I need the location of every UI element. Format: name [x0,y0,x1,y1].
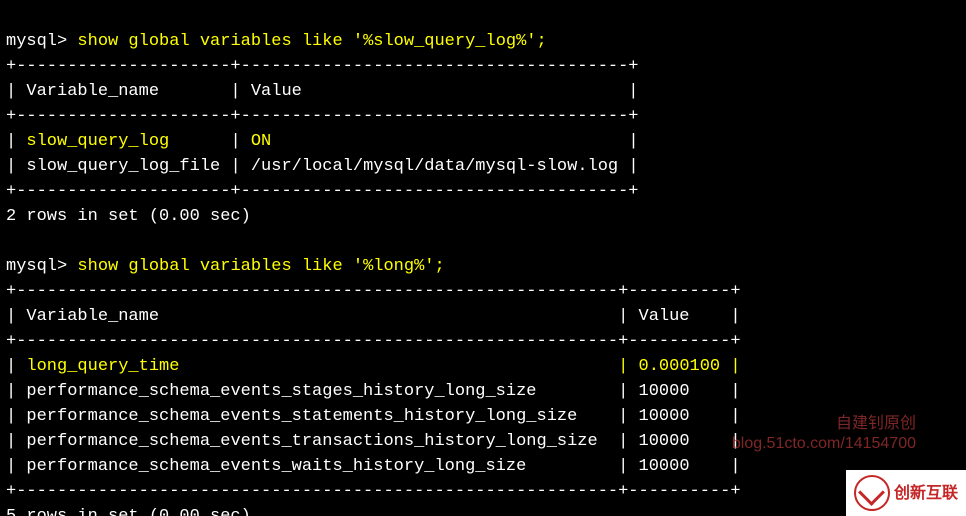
q1-border-mid: +---------------------+-----------------… [6,107,639,126]
mysql-prompt[interactable]: mysql> [6,32,77,51]
var-value: 10000 [639,457,690,476]
q2-border-top: +---------------------------------------… [6,282,741,301]
var-value: 10000 [639,382,690,401]
var-name: slow_query_log [26,132,169,151]
var-value: 0.000100 [639,357,721,376]
var-name: long_query_time [26,357,179,376]
q1-border-bot: +---------------------+-----------------… [6,182,639,201]
q2-border-bot: +---------------------------------------… [6,482,741,501]
q2-border-mid: +---------------------------------------… [6,332,741,351]
q2-line: mysql> show global variables like '%long… [6,257,445,276]
q2-status: 5 rows in set (0.00 sec) [6,507,251,516]
var-name: performance_schema_events_statements_his… [26,407,577,426]
brand-logo: 创新互联 [846,470,966,516]
var-value: ON [251,132,271,151]
brand-logo-icon [854,475,890,511]
table-row: | performance_schema_events_statements_h… [6,407,741,426]
q1-command: show global variables like '%slow_query_… [77,32,546,51]
var-value: /usr/local/mysql/data/mysql-slow.log [251,157,618,176]
var-name: performance_schema_events_waits_history_… [26,457,526,476]
q1-line: mysql> show global variables like '%slow… [6,32,547,51]
table-row: | slow_query_log_file | /usr/local/mysql… [6,157,639,176]
q2-command: show global variables like '%long%'; [77,257,444,276]
var-name: slow_query_log_file [26,157,220,176]
var-name: performance_schema_events_transactions_h… [26,432,597,451]
table-row: | slow_query_log | ON | [6,132,639,151]
q1-status: 2 rows in set (0.00 sec) [6,207,251,226]
q1-border-top: +---------------------+-----------------… [6,57,639,76]
q1-header: | Variable_name | Value | [6,82,639,101]
terminal-output: mysql> show global variables like '%slow… [0,0,966,516]
var-value: 10000 [639,407,690,426]
q2-header: | Variable_name | Value | [6,307,741,326]
table-row: | performance_schema_events_transactions… [6,432,741,451]
table-row: | long_query_time | 0.000100 | [6,357,741,376]
mysql-prompt[interactable]: mysql> [6,257,77,276]
table-row: | performance_schema_events_waits_histor… [6,457,741,476]
brand-logo-text: 创新互联 [894,481,958,506]
var-name: performance_schema_events_stages_history… [26,382,536,401]
table-row: | performance_schema_events_stages_histo… [6,382,741,401]
var-value: 10000 [639,432,690,451]
